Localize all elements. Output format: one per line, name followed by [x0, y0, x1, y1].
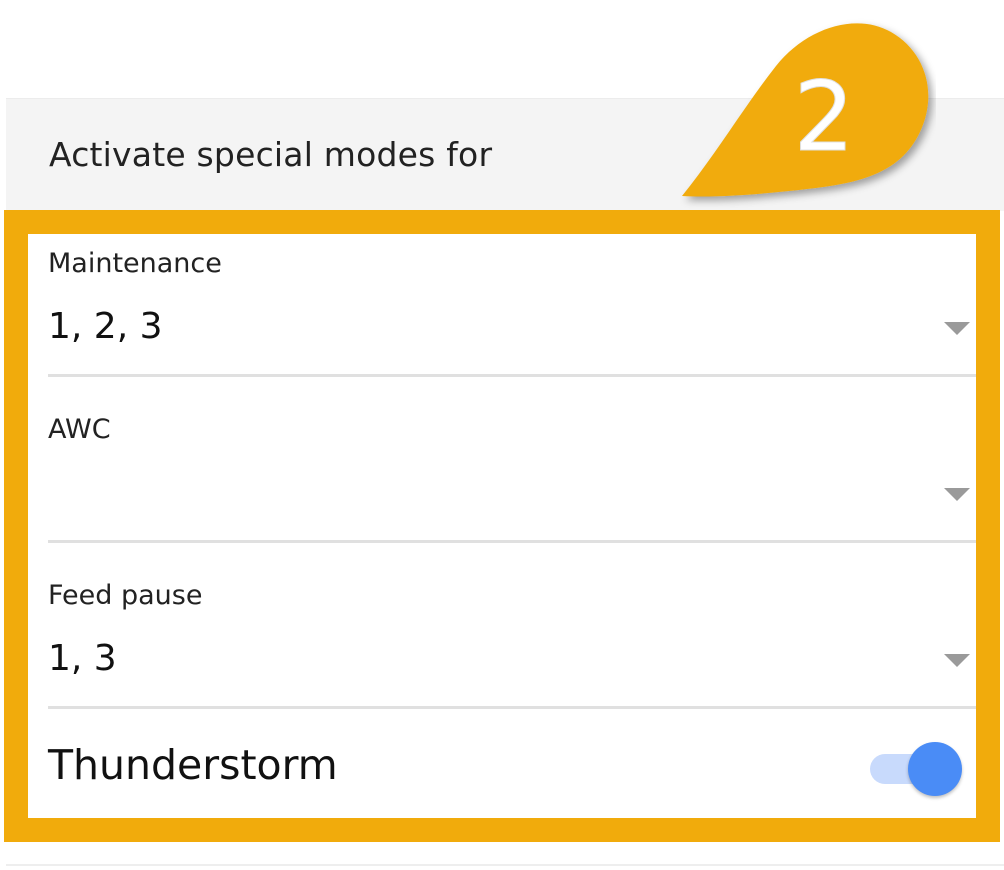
toggle-knob[interactable]: [908, 742, 962, 796]
feed-pause-value: 1, 3: [48, 638, 117, 679]
maintenance-value: 1, 2, 3: [48, 306, 163, 347]
feed-pause-label: Feed pause: [48, 580, 203, 611]
feed-pause-divider: [48, 706, 976, 709]
awc-select[interactable]: AWC: [48, 376, 976, 543]
feed-pause-select[interactable]: Feed pause 1, 3: [48, 542, 976, 709]
chevron-down-icon[interactable]: [944, 488, 970, 501]
section-title: Activate special modes for: [49, 135, 493, 174]
bottom-divider: [6, 864, 1004, 866]
step-callout-marker: 2: [682, 23, 929, 197]
maintenance-label: Maintenance: [48, 248, 222, 279]
page: Activate special modes for 2 Maintenance…: [0, 0, 1004, 870]
chevron-down-icon[interactable]: [944, 322, 970, 335]
thunderstorm-label: Thunderstorm: [48, 741, 338, 789]
special-modes-form: Maintenance 1, 2, 3 AWC Feed pause 1, 3 …: [28, 234, 976, 818]
awc-label: AWC: [48, 414, 111, 445]
thunderstorm-toggle[interactable]: [868, 742, 964, 796]
callout-number: 2: [793, 61, 854, 173]
chevron-down-icon[interactable]: [944, 654, 970, 667]
maintenance-select[interactable]: Maintenance 1, 2, 3: [48, 234, 976, 377]
